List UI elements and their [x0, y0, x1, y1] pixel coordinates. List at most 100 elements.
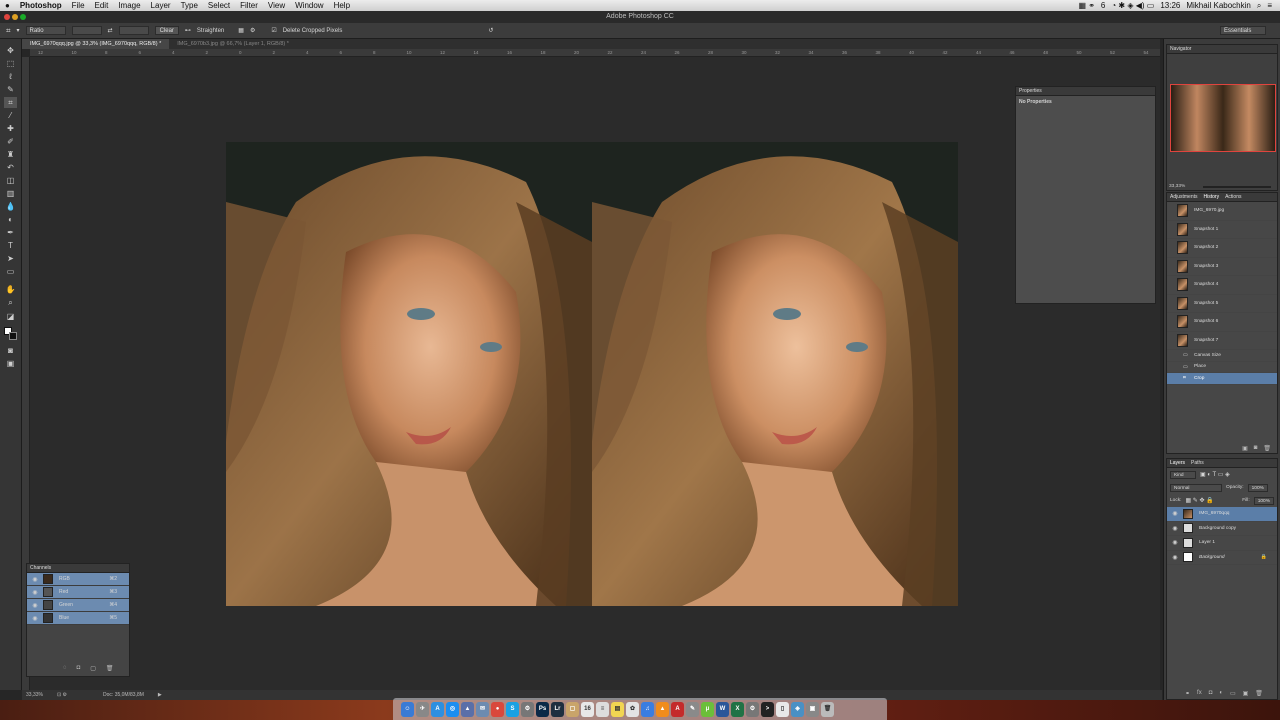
zoom-tool-icon[interactable]: ⌕: [4, 297, 17, 308]
history-snapshot[interactable]: Snapshot 1: [1167, 221, 1277, 239]
history-snapshot[interactable]: Snapshot 4: [1167, 276, 1277, 295]
lasso-tool-icon[interactable]: ℓ: [4, 71, 17, 82]
history-step[interactable]: ▭ Canvas Size: [1167, 350, 1277, 362]
tab-paths[interactable]: Paths: [1191, 459, 1204, 467]
lock-icons[interactable]: ▦ ✎ ✥ 🔒: [1185, 497, 1213, 504]
status-icons[interactable]: ▦ ⚭: [1078, 1, 1094, 10]
tab-adjustments[interactable]: Adjustments: [1170, 193, 1198, 201]
new-group-icon[interactable]: ▭: [1230, 690, 1236, 697]
properties-title[interactable]: Properties: [1016, 87, 1155, 96]
layer-kind-filter[interactable]: Kind: [1170, 470, 1196, 479]
brush-tool-icon[interactable]: ✐: [4, 136, 17, 147]
path-select-tool-icon[interactable]: ➤: [4, 253, 17, 264]
default-colors-icon[interactable]: ◪: [4, 311, 17, 322]
tab-history[interactable]: History: [1204, 193, 1220, 201]
reset-icon[interactable]: ↺: [488, 27, 493, 34]
channel-row-rgb[interactable]: ◉ RGB ⌘2: [27, 573, 129, 586]
swap-icon[interactable]: ⇄: [108, 27, 113, 34]
type-tool-icon[interactable]: T: [4, 240, 17, 251]
history-snapshot[interactable]: Snapshot 3: [1167, 258, 1277, 276]
visibility-eye-icon[interactable]: ◉: [31, 576, 39, 583]
menu-help[interactable]: Help: [329, 0, 355, 11]
channel-row-red[interactable]: ◉ Red ⌘3: [27, 586, 129, 599]
delete-layer-icon[interactable]: 🗑: [1255, 690, 1263, 697]
apple-menu-icon[interactable]: ●: [0, 0, 15, 11]
tab-layers[interactable]: Layers: [1170, 459, 1185, 467]
visibility-eye-icon[interactable]: ◉: [31, 615, 39, 622]
quick-mask-icon[interactable]: ◙: [4, 345, 17, 356]
tab-actions[interactable]: Actions: [1225, 193, 1241, 201]
battery-count[interactable]: 6: [1101, 1, 1105, 10]
background-color-swatch[interactable]: [9, 332, 17, 340]
menu-layer[interactable]: Layer: [146, 0, 176, 11]
navigator-zoom-slider[interactable]: [1203, 186, 1271, 188]
launchpad-icon[interactable]: ✈: [416, 701, 429, 717]
healing-brush-tool-icon[interactable]: ✚: [4, 123, 17, 134]
layer-row[interactable]: ◉ Background copy: [1167, 522, 1277, 536]
clock[interactable]: 13:26: [1160, 1, 1180, 10]
straighten-icon[interactable]: ⊷: [185, 27, 191, 34]
new-snapshot-icon[interactable]: ◙: [1254, 445, 1258, 452]
menu-image[interactable]: Image: [113, 0, 145, 11]
clone-stamp-tool-icon[interactable]: ♜: [4, 149, 17, 160]
crop-tool-icon[interactable]: ⌗: [4, 97, 17, 108]
pen-tool-icon[interactable]: ✒: [4, 227, 17, 238]
delete-cropped-checkbox[interactable]: ☑: [271, 27, 276, 34]
new-channel-icon[interactable]: ▢: [90, 665, 96, 672]
clear-button[interactable]: Clear: [154, 26, 179, 35]
status-zoom[interactable]: 33,33%: [26, 692, 43, 698]
workspace-select[interactable]: Essentials: [1220, 26, 1266, 35]
finder-icon[interactable]: ☺: [401, 701, 414, 717]
vlc-icon[interactable]: ▲: [656, 701, 669, 717]
menu-view[interactable]: View: [263, 0, 290, 11]
maps-icon[interactable]: ◈: [791, 701, 804, 717]
user-name[interactable]: Mikhail Kabochkin: [1186, 1, 1250, 10]
layer-name[interactable]: Layer 1: [1199, 540, 1215, 545]
history-source[interactable]: IMG_6970.jpg: [1167, 202, 1277, 221]
layer-row[interactable]: ◉ Background 🔒: [1167, 551, 1277, 565]
crop-tool-icon[interactable]: ⌗: [6, 26, 11, 36]
visibility-eye-icon[interactable]: ◉: [1171, 510, 1179, 517]
history-snapshot[interactable]: Snapshot 5: [1167, 295, 1277, 313]
menu-window[interactable]: Window: [290, 0, 328, 11]
menu-edit[interactable]: Edit: [90, 0, 114, 11]
ratio-select[interactable]: Ratio: [25, 26, 66, 35]
new-document-from-state-icon[interactable]: ▣: [1242, 445, 1248, 452]
notes-icon[interactable]: ▤: [611, 701, 624, 717]
layer-row[interactable]: ◉ Layer 1: [1167, 536, 1277, 551]
lightroom-icon[interactable]: Lr: [551, 701, 564, 717]
save-selection-icon[interactable]: ◘: [77, 665, 81, 672]
visibility-eye-icon[interactable]: ◉: [1171, 554, 1179, 561]
excel-icon[interactable]: X: [731, 701, 744, 717]
app-store-icon[interactable]: A: [431, 701, 444, 717]
photos-icon[interactable]: ✿: [626, 701, 639, 717]
channels-title[interactable]: Channels: [27, 564, 129, 573]
history-snapshot[interactable]: Snapshot 2: [1167, 239, 1277, 258]
visibility-eye-icon[interactable]: ◉: [31, 602, 39, 609]
docs-icon[interactable]: ▯: [776, 701, 789, 717]
itunes-icon[interactable]: ♫: [641, 701, 654, 717]
channel-row-blue[interactable]: ◉ Blue ⌘5: [27, 612, 129, 625]
layer-style-icon[interactable]: fx: [1197, 690, 1202, 697]
close-window-button[interactable]: [4, 14, 10, 20]
height-field[interactable]: [118, 26, 149, 35]
layer-name[interactable]: Background: [1199, 555, 1261, 560]
utorrent-icon[interactable]: μ: [701, 701, 714, 717]
hand-tool-icon[interactable]: ✋: [4, 284, 17, 295]
textedit-icon[interactable]: ≡: [596, 701, 609, 717]
shape-tool-icon[interactable]: ▭: [4, 266, 17, 277]
notification-icon[interactable]: ≡: [1267, 1, 1272, 10]
trash-icon[interactable]: 🗑: [821, 701, 834, 717]
preview-icon[interactable]: ▲: [461, 701, 474, 717]
history-brush-tool-icon[interactable]: ↶: [4, 162, 17, 173]
channel-row-green[interactable]: ◉ Green ⌘4: [27, 599, 129, 612]
new-layer-icon[interactable]: ▣: [1243, 690, 1249, 697]
blend-mode-select[interactable]: Normal: [1170, 483, 1222, 492]
word-icon[interactable]: W: [716, 701, 729, 717]
script-editor-icon[interactable]: ✎: [686, 701, 699, 717]
crop-settings-icon[interactable]: ⚙: [250, 27, 255, 34]
delete-channel-icon[interactable]: 🗑: [106, 665, 114, 672]
menu-type[interactable]: Type: [176, 0, 203, 11]
layer-name[interactable]: IMG_6970qqq: [1199, 511, 1229, 516]
tool-preset-chevron-icon[interactable]: ▾: [17, 27, 20, 34]
